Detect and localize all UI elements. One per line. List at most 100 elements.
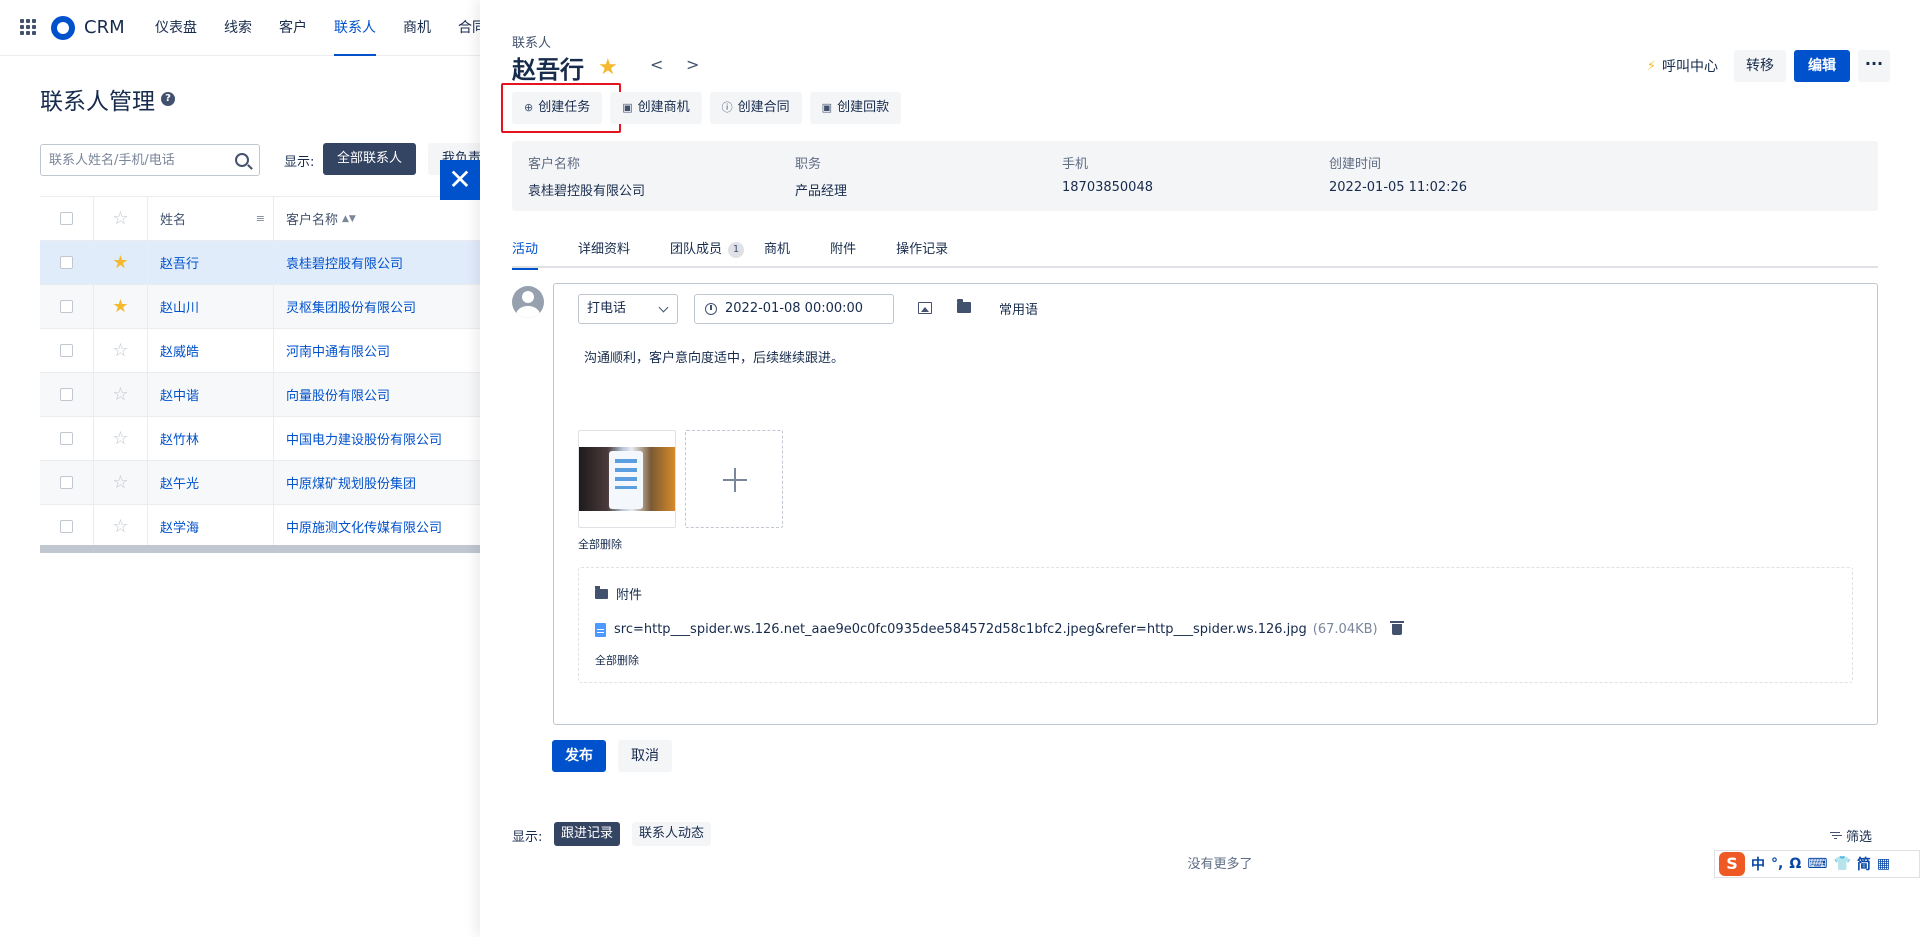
ime-punctuation[interactable]: °, <box>1771 856 1783 872</box>
common-phrases-button[interactable]: 常用语 <box>999 299 1038 318</box>
table-row[interactable]: ☆ 赵中谐 向量股份有限公司 <box>40 373 480 417</box>
edit-button[interactable]: 编辑 <box>1794 50 1850 82</box>
star-outline-icon[interactable]: ☆ <box>112 473 128 492</box>
customer-name-link[interactable]: 灵枢集团股份有限公司 <box>286 297 416 316</box>
table-row[interactable]: ☆ 赵午光 中原煤矿规划股份集团 <box>40 461 480 505</box>
table-row[interactable]: ☆ 赵竹林 中国电力建设股份有限公司 <box>40 417 480 461</box>
nav-item-contacts[interactable]: 联系人 <box>334 0 376 56</box>
activity-type-select[interactable]: 打电话 <box>578 294 678 324</box>
image-icon[interactable] <box>918 302 932 314</box>
star-filled-icon[interactable]: ★ <box>112 297 128 316</box>
row-checkbox[interactable] <box>60 388 73 401</box>
select-all-checkbox[interactable] <box>60 212 73 225</box>
tab-attachments[interactable]: 附件 <box>830 238 856 268</box>
call-center-button[interactable]: ⚡ 呼叫中心 <box>1647 56 1718 76</box>
header-customer[interactable]: 客户名称 ▲▼ <box>274 197 480 240</box>
star-outline-icon[interactable]: ☆ <box>112 385 128 404</box>
nav-item-dashboard[interactable]: 仪表盘 <box>155 0 197 56</box>
ime-keyboard[interactable]: ⌨ <box>1807 856 1827 872</box>
delete-all-files-button[interactable]: 全部删除 <box>595 652 639 668</box>
star-filled-icon[interactable]: ★ <box>598 55 618 80</box>
row-checkbox[interactable] <box>60 344 73 357</box>
tab-opportunities[interactable]: 商机 <box>764 238 790 268</box>
contact-name-title: 赵吾行 <box>512 56 584 84</box>
image-thumbnail[interactable] <box>578 430 676 528</box>
contact-name-link[interactable]: 赵中谐 <box>160 385 199 404</box>
create-task-button[interactable]: ⊕ 创建任务 <box>512 92 603 124</box>
header-name[interactable]: 姓名 ≡ <box>148 197 274 240</box>
delete-all-images-button[interactable]: 全部删除 <box>578 536 622 552</box>
feed-filter-followup[interactable]: 跟进记录 <box>554 822 621 846</box>
attachment-file-name[interactable]: src=http___spider.ws.126.net_aae9e0c0fc0… <box>614 622 1307 637</box>
nav-item-leads[interactable]: 线索 <box>224 0 252 56</box>
transfer-button[interactable]: 转移 <box>1734 50 1786 82</box>
nav-item-customers[interactable]: 客户 <box>279 0 307 56</box>
customer-name-link[interactable]: 中原施测文化传媒有限公司 <box>286 517 442 536</box>
create-payment-button[interactable]: ▣ 创建回款 <box>809 92 902 124</box>
sort-icon[interactable]: ▲▼ <box>342 214 356 224</box>
activity-note-text[interactable]: 沟通顺利，客户意向度适中，后续继续跟进。 <box>584 347 844 366</box>
star-outline-icon: ☆ <box>112 207 129 229</box>
star-outline-icon[interactable]: ☆ <box>112 429 128 448</box>
ime-menu[interactable]: ▦ <box>1877 856 1890 872</box>
contact-name-link[interactable]: 赵山川 <box>160 297 199 316</box>
help-icon[interactable]: ? <box>161 92 175 106</box>
table-row[interactable]: ★ 赵吾行 袁桂碧控股有限公司 <box>40 241 480 285</box>
filter-button[interactable]: 筛选 <box>1829 826 1872 845</box>
search-icon[interactable] <box>235 153 249 167</box>
row-name-cell: 赵威皓 <box>148 329 274 372</box>
contact-name-link[interactable]: 赵竹林 <box>160 429 199 448</box>
customer-name-link[interactable]: 中原煤矿规划股份集团 <box>286 473 416 492</box>
contact-name-link[interactable]: 赵吾行 <box>160 253 199 272</box>
row-checkbox[interactable] <box>60 300 73 313</box>
star-outline-icon[interactable]: ☆ <box>112 341 128 360</box>
row-checkbox[interactable] <box>60 256 73 269</box>
attachment-file-row: src=http___spider.ws.126.net_aae9e0c0fc0… <box>595 621 1404 637</box>
customer-name-link[interactable]: 袁桂碧控股有限公司 <box>286 253 403 272</box>
chevron-left-icon[interactable]: < <box>650 55 663 74</box>
row-checkbox[interactable] <box>60 432 73 445</box>
publish-button[interactable]: 发布 <box>552 740 606 772</box>
cancel-button[interactable]: 取消 <box>618 740 672 772</box>
tab-operation-log[interactable]: 操作记录 <box>896 238 948 268</box>
tab-details[interactable]: 详细资料 <box>578 238 630 268</box>
nav-item-opportunities[interactable]: 商机 <box>403 0 431 56</box>
horizontal-scrollbar[interactable] <box>40 545 480 553</box>
ime-chinese-mode[interactable]: 中 <box>1751 854 1765 874</box>
add-image-button[interactable] <box>685 430 783 528</box>
row-checkbox[interactable] <box>60 476 73 489</box>
table-row[interactable]: ☆ 赵学海 中原施测文化传媒有限公司 <box>40 505 480 549</box>
activity-datetime-input[interactable]: 2022-01-08 00:00:00 <box>694 294 894 324</box>
feed-filter-contact-activity[interactable]: 联系人动态 <box>632 822 712 846</box>
star-filled-icon[interactable]: ★ <box>112 253 128 272</box>
tab-activity[interactable]: 活动 <box>512 238 539 270</box>
ime-simplified[interactable]: 简 <box>1857 854 1871 874</box>
apps-grid-icon[interactable] <box>20 19 36 35</box>
contact-name-link[interactable]: 赵学海 <box>160 517 199 536</box>
close-drawer-button[interactable]: ✕ <box>440 160 480 200</box>
create-opportunity-button[interactable]: ▣ 创建商机 <box>610 92 702 124</box>
table-row[interactable]: ★ 赵山川 灵枢集团股份有限公司 <box>40 285 480 329</box>
more-options-button[interactable]: ··· <box>1858 50 1890 82</box>
folder-icon[interactable] <box>957 299 971 313</box>
table-row[interactable]: ☆ 赵威皓 河南中通有限公司 <box>40 329 480 373</box>
contact-name-link[interactable]: 赵威皓 <box>160 341 199 360</box>
row-checkbox-cell <box>40 373 94 416</box>
star-outline-icon[interactable]: ☆ <box>112 517 128 536</box>
row-checkbox[interactable] <box>60 520 73 533</box>
trash-icon[interactable] <box>1389 621 1404 635</box>
customer-name-link[interactable]: 中国电力建设股份有限公司 <box>286 429 442 448</box>
tab-team-members[interactable]: 团队成员 1 <box>670 238 745 268</box>
row-customer-cell: 中原施测文化传媒有限公司 <box>274 505 480 548</box>
ime-symbols[interactable]: Ω <box>1789 856 1801 872</box>
filter-all-contacts[interactable]: 全部联系人 <box>323 143 417 175</box>
filter-icon[interactable]: ≡ <box>256 212 265 225</box>
search-input[interactable] <box>49 152 219 168</box>
contact-name-link[interactable]: 赵午光 <box>160 473 199 492</box>
customer-name-link[interactable]: 向量股份有限公司 <box>286 385 390 404</box>
create-contract-button[interactable]: ⓘ 创建合同 <box>709 92 802 124</box>
customer-name-link[interactable]: 河南中通有限公司 <box>286 341 390 360</box>
chevron-right-icon[interactable]: > <box>686 55 699 74</box>
sogou-logo-icon[interactable]: S <box>1719 852 1745 876</box>
ime-skin[interactable]: 👕 <box>1833 856 1850 872</box>
